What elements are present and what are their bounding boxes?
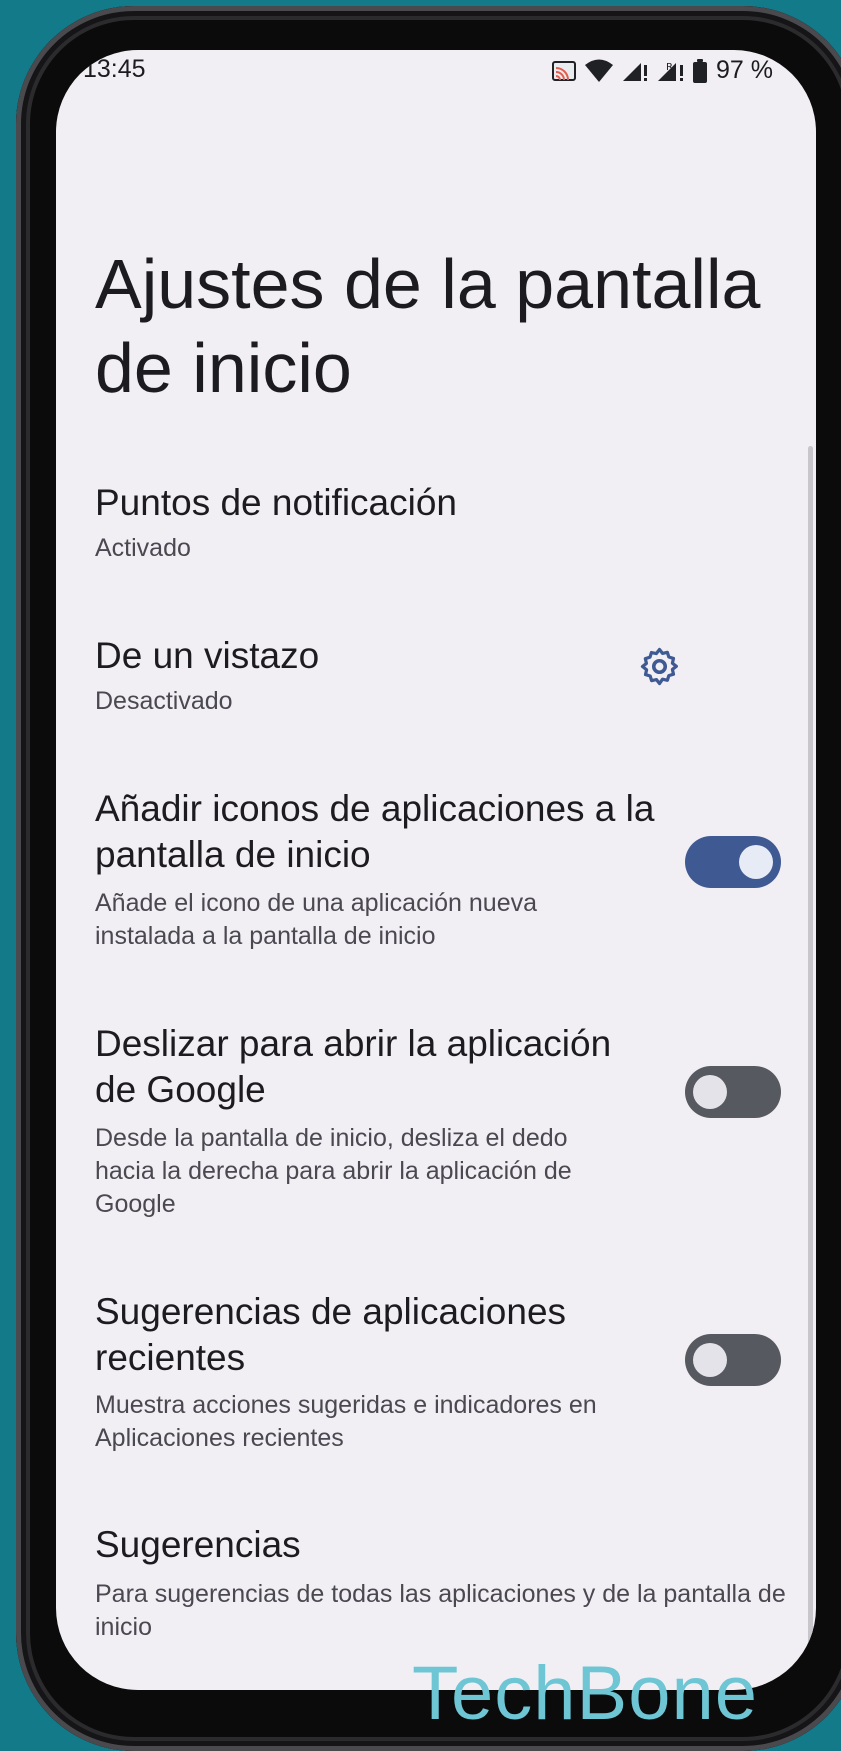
cast-icon [552, 60, 576, 81]
battery-icon [693, 58, 707, 83]
status-bar: 13:45 R 97 % [56, 50, 816, 98]
signal-icon [623, 62, 647, 81]
signal-roaming-icon: R [658, 62, 683, 81]
recent-apps-suggestions-toggle[interactable] [685, 1334, 781, 1386]
setting-subtitle: Para sugerencias de todas las aplicacion… [95, 1580, 786, 1641]
status-time: 13:45 [83, 55, 146, 83]
toggle-knob [693, 1075, 727, 1109]
setting-at-a-glance[interactable]: De un vistazo Desactivado [56, 633, 816, 723]
setting-add-app-icons[interactable]: Añadir iconos de aplicaciones a la panta… [56, 786, 816, 976]
setting-title: Deslizar para abrir la aplicación de Goo… [95, 1023, 612, 1110]
settings-screen: 13:45 R 97 % Ajustes de la pantalla de i… [56, 50, 816, 1690]
swipe-google-app-toggle[interactable] [685, 1066, 781, 1118]
gear-icon[interactable] [638, 645, 681, 688]
setting-notification-dots[interactable]: Puntos de notificación Activado [56, 480, 816, 575]
setting-title: Sugerencias [95, 1524, 301, 1565]
page-title: Ajustes de la pantalla de inicio [95, 245, 761, 407]
status-icons: R 97 % [551, 56, 773, 85]
setting-title: Añadir iconos de aplicaciones a la panta… [95, 788, 655, 875]
toggle-knob [693, 1343, 727, 1377]
setting-subtitle: Añade el icono de una aplicación nueva i… [95, 889, 538, 950]
setting-recent-apps-suggestions[interactable]: Sugerencias de aplicaciones recientes Mu… [56, 1289, 816, 1454]
scrollbar[interactable] [808, 446, 813, 1686]
techbone-watermark: TechBone [412, 1651, 759, 1736]
setting-title: Sugerencias de aplicaciones recientes [95, 1291, 567, 1378]
add-app-icons-toggle[interactable] [685, 836, 781, 888]
svg-text:R: R [666, 62, 673, 73]
setting-swipe-google-app[interactable]: Deslizar para abrir la aplicación de Goo… [56, 1021, 816, 1231]
wifi-icon [585, 59, 613, 82]
setting-title: Puntos de notificación [95, 482, 458, 523]
setting-subtitle: Desde la pantalla de inicio, desliza el … [95, 1124, 572, 1218]
battery-percentage: 97 % [716, 56, 773, 84]
setting-subtitle: Desactivado [95, 687, 233, 715]
setting-title: De un vistazo [95, 635, 320, 676]
setting-subtitle: Activado [95, 534, 191, 562]
toggle-knob [739, 845, 773, 879]
setting-subtitle: Muestra acciones sugeridas e indicadores… [95, 1391, 597, 1452]
